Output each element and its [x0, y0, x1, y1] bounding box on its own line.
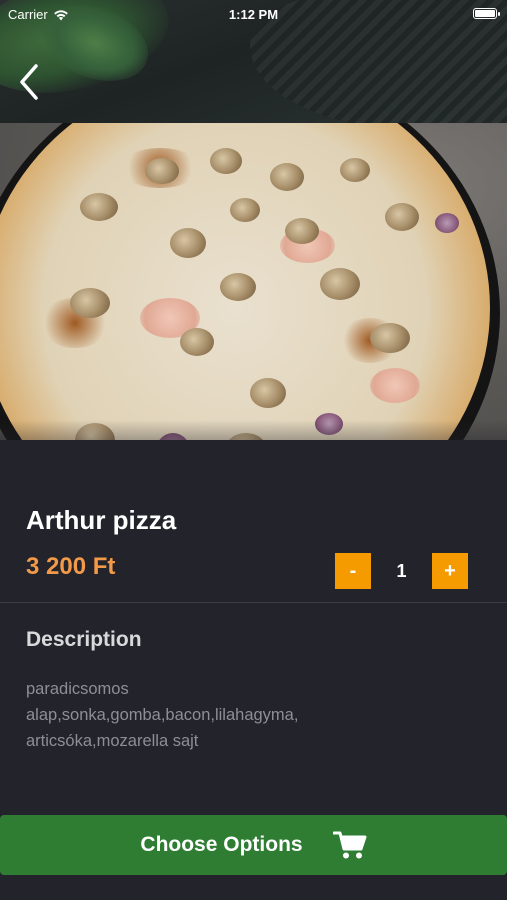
choose-options-button[interactable]: Choose Options: [0, 815, 507, 875]
minus-icon: -: [349, 560, 357, 582]
battery-icon: [473, 8, 500, 19]
description-line: alap,sonka,gomba,bacon,lilahagyma,: [26, 706, 299, 724]
plus-icon: +: [444, 560, 456, 582]
description-line: articsóka,mozarella sajt: [26, 732, 199, 750]
back-button[interactable]: [14, 62, 46, 102]
divider: [0, 602, 507, 603]
product-title: Arthur pizza: [26, 505, 177, 535]
increase-quantity-button[interactable]: +: [432, 553, 468, 589]
product-price: 3 200 Ft: [26, 553, 116, 580]
product-image: [0, 123, 507, 440]
quantity-value: 1: [396, 560, 407, 581]
choose-options-label: Choose Options: [140, 833, 303, 856]
quantity-stepper: - 1 +: [335, 553, 468, 589]
image-fade: [0, 420, 507, 480]
cart-icon: [332, 831, 367, 859]
status-time: 1:12 PM: [228, 7, 279, 22]
description-heading: Description: [26, 628, 142, 651]
description-text: paradicsomos alap,sonka,gomba,bacon,lila…: [26, 676, 466, 754]
status-bar: Carrier 1:12 PM: [0, 0, 507, 28]
decrease-quantity-button[interactable]: -: [335, 553, 371, 589]
description-line: paradicsomos: [26, 680, 129, 698]
pizza-image: [0, 123, 490, 440]
chevron-left-icon: [20, 64, 38, 100]
